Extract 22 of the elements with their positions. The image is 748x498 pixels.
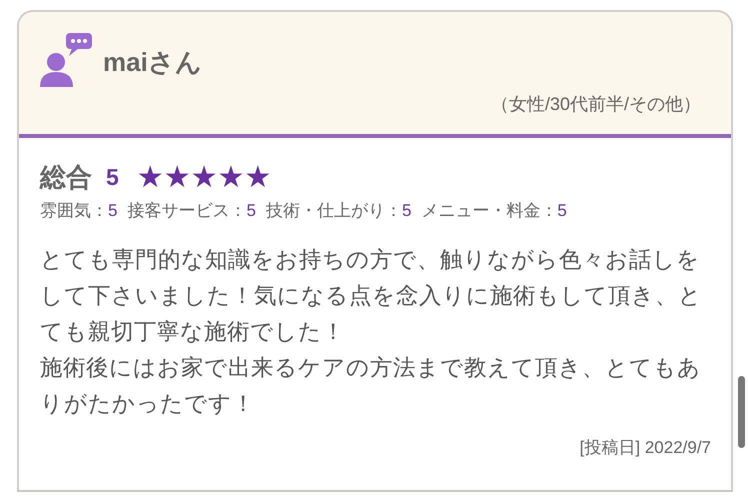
star-icon: ★: [190, 162, 218, 192]
rating-value: 5: [108, 201, 118, 220]
rating-label: メニュー・料金：: [421, 201, 558, 220]
rating-label: 雰囲気：: [40, 201, 108, 220]
user-chat-icon: [39, 32, 95, 88]
overall-label: 総合: [40, 161, 92, 194]
star-icon: ★: [136, 162, 164, 192]
review-text: とても専門的な知識をお持ちの方で、触りながら色々お話しをして下さいました！気になる点を念入りに施術もして頂き、とても親切丁寧な施術でした！: [40, 246, 703, 346]
review-text: 施術後にはお家で出来るケアの方法まで教えて頂き、とてもありがたかったです！: [40, 354, 702, 418]
rating-label: 接客サービス：: [127, 201, 246, 220]
rating-value: 5: [246, 201, 256, 220]
scrollbar-thumb[interactable]: [738, 376, 745, 448]
post-date: [投稿日] 2022/9/7: [580, 438, 711, 457]
star-icon: ★: [244, 162, 272, 192]
reviewer-profile: （女性/30代前半/その他）: [490, 93, 701, 116]
rating-label: 技術・仕上がり：: [266, 201, 402, 220]
rating-value: 5: [557, 201, 567, 220]
star-icon: ★: [218, 162, 244, 192]
star-icon: ★: [164, 162, 191, 192]
reviewer-name: maiさん: [103, 46, 202, 78]
overall-score: 5: [106, 164, 119, 191]
rating-value: 5: [402, 201, 412, 220]
